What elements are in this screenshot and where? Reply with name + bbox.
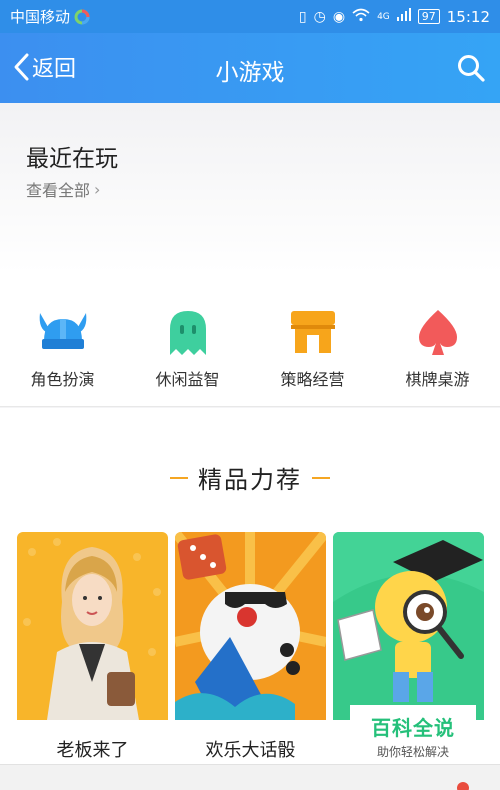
category-row: 角色扮演 休闲益智 策略经营 棋牌桌游	[0, 273, 500, 407]
eye-comfort-icon: ◉	[332, 8, 346, 25]
game-card[interactable]: 欢乐大话骰	[175, 532, 326, 772]
recent-section: 最近在玩 查看全部 ›	[0, 103, 500, 273]
nav-bar: 返回 小游戏	[0, 33, 500, 103]
category-label: 策略经营	[280, 370, 345, 389]
shop-icon	[290, 311, 335, 353]
network-type-label: 4G	[377, 11, 390, 22]
viking-helmet-icon	[39, 313, 86, 349]
featured-header: 精品力荐	[0, 460, 500, 495]
game-cover-dice-image	[175, 532, 326, 720]
status-bar-right: ▯ ◷ ◉ 4G 97 15:12	[299, 8, 490, 26]
see-all-link[interactable]: 查看全部 ›	[26, 177, 100, 201]
carrier-logo-icon	[74, 9, 90, 24]
chevron-right-icon: ›	[94, 179, 101, 199]
category-label: 棋牌桌游	[405, 370, 470, 389]
game-cover-boss-image	[17, 532, 168, 720]
category-label: 休闲益智	[155, 370, 220, 389]
game-card[interactable]: 老板来了	[17, 532, 168, 772]
category-label: 角色扮演	[30, 370, 95, 389]
watermark-logo: 百科全说 助你轻松解决	[350, 705, 476, 767]
game-name: 欢乐大话骰	[205, 740, 296, 761]
signal-icon	[396, 8, 411, 25]
status-bar: 中国移动 ▯ ◷ ◉ 4G 97 15:12	[0, 0, 500, 33]
ghost-icon	[169, 311, 206, 355]
game-cover-scholar-image	[333, 532, 484, 720]
status-bar-left: 中国移动	[10, 6, 90, 27]
category-role-playing[interactable]: 角色扮演	[0, 273, 125, 406]
category-board-card[interactable]: 棋牌桌游	[375, 273, 500, 406]
bottom-bar	[0, 764, 500, 790]
category-strategy[interactable]: 策略经营	[250, 273, 375, 406]
search-icon[interactable]	[456, 53, 486, 83]
notification-dot-icon	[457, 782, 469, 790]
carrier-label: 中国移动	[10, 8, 71, 26]
clock-label: 15:12	[446, 7, 490, 26]
title-dash-right	[312, 476, 330, 479]
recent-title: 最近在玩	[26, 146, 118, 172]
battery-icon: 97	[417, 9, 440, 24]
featured-title: 精品力荐	[198, 466, 302, 494]
alarm-icon: ◷	[313, 8, 326, 25]
page-title: 小游戏	[215, 60, 285, 86]
game-name: 老板来了	[56, 740, 129, 761]
category-casual-puzzle[interactable]: 休闲益智	[125, 273, 250, 406]
watermark-subtitle: 助你轻松解决	[376, 745, 449, 759]
watermark-title: 百科全说	[371, 716, 455, 740]
see-all-label: 查看全部	[26, 181, 91, 200]
spade-icon	[418, 310, 457, 355]
title-dash-left	[170, 476, 188, 479]
vibrate-icon: ▯	[298, 8, 307, 25]
wifi-icon	[352, 8, 370, 26]
